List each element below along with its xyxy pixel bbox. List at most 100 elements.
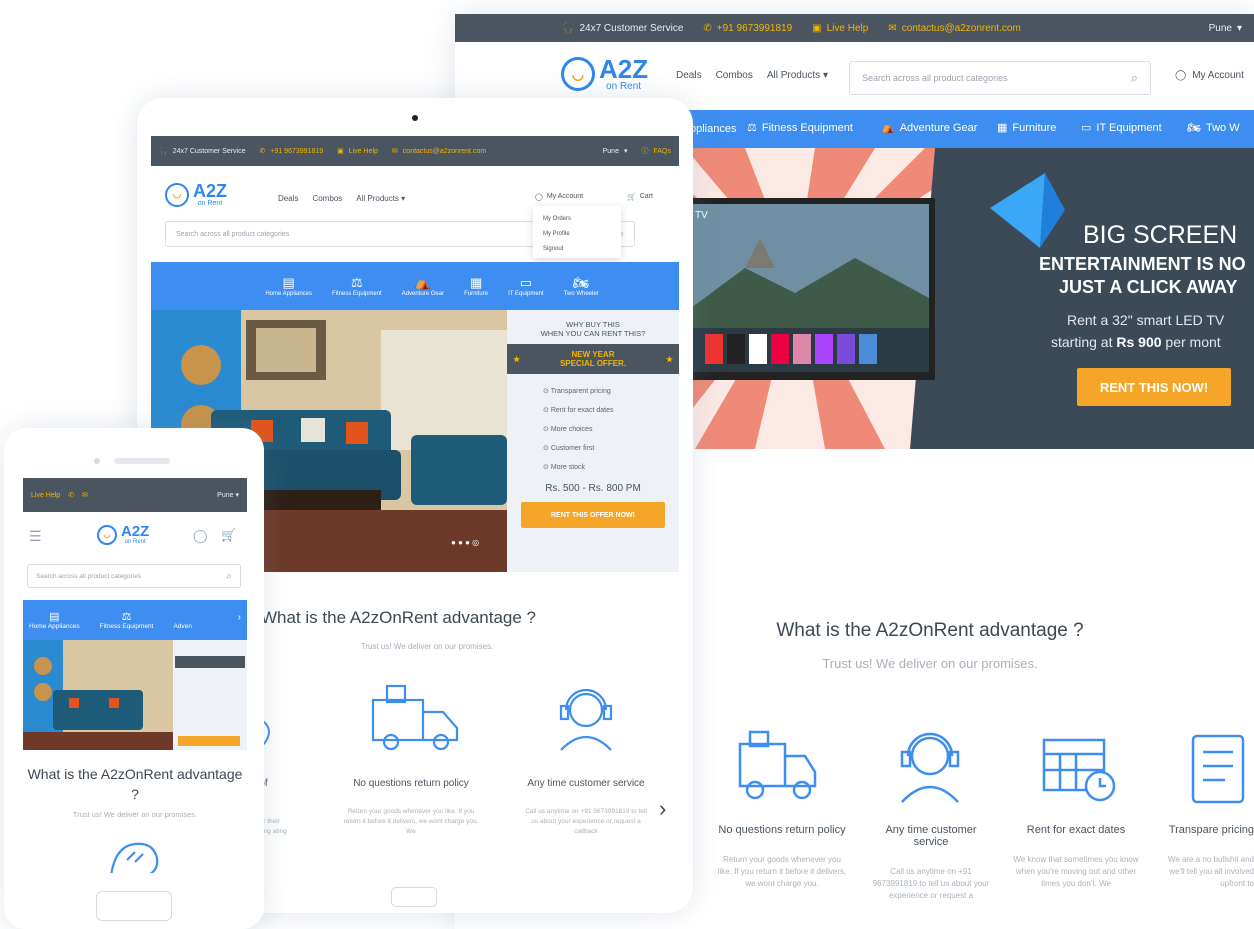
category-adventure[interactable]: ⛺ Adventure Gear	[402, 275, 444, 297]
tablet-cart[interactable]: 🛒 Cart	[627, 193, 653, 201]
category-fitness[interactable]: ⚖ Fitness Equipment	[100, 610, 154, 630]
headset-icon: 🎧	[562, 22, 575, 34]
menu-my-orders[interactable]: My Orders	[543, 212, 611, 227]
monitor-icon: ▭	[1081, 122, 1092, 134]
category-adventure[interactable]: Adven	[173, 611, 191, 630]
mail-icon[interactable]: ✉	[82, 491, 88, 499]
tablet-category-bar: ▤ Home Appliances ⚖ Fitness Equipment ⛺ Adv…	[151, 262, 679, 310]
live-help-link[interactable]: ▣ Live Help	[812, 23, 868, 34]
hero-line3: JUST A CLICK AWAY	[1059, 277, 1238, 297]
support-agent-icon	[551, 682, 621, 752]
phone-icon: ✆	[703, 22, 712, 34]
tablet-phone-link[interactable]: ✆ +91 9673991819	[259, 147, 323, 156]
city-selector[interactable]: Pune ▾	[1209, 23, 1242, 34]
search-icon[interactable]: ⌕	[1131, 70, 1138, 86]
tablet-topbar: 🎧 24x7 Customer Service ✆ +91 9673991819 ▣…	[151, 136, 679, 166]
nav-deals[interactable]: Deals	[278, 194, 298, 203]
tablet-logo[interactable]: ◡ A2Z on Rent	[165, 182, 227, 207]
phone-advantage-title: What is the A2zOnRent advantage ?	[27, 766, 243, 802]
category-appliances[interactable]: ppliances	[690, 123, 736, 135]
phone-city-selector[interactable]: Pune ▾	[217, 491, 239, 499]
phone-icon[interactable]: ✆	[68, 491, 74, 499]
dumbbell-icon: ⚖	[351, 275, 363, 290]
email-link[interactable]: ✉ contactus@a2zonrent.com	[888, 23, 1021, 34]
tablet-city-selector[interactable]: Pune ▾	[603, 147, 628, 156]
menu-my-profile[interactable]: My Profile	[543, 227, 611, 242]
scooter-icon: 🏍	[1187, 122, 1201, 134]
caret-down-icon: ▾	[1236, 22, 1242, 34]
category-furniture[interactable]: ▦ Furniture	[464, 275, 488, 297]
category-two-wheeler[interactable]: 🏍 Two W	[1187, 121, 1240, 135]
nav-combos[interactable]: Combos	[716, 70, 753, 81]
tablet-home-button[interactable]	[391, 887, 437, 907]
account-dropdown: My Orders My Profile Signout	[533, 206, 621, 258]
tablet-live-help[interactable]: ▣ Live Help	[337, 147, 378, 156]
cart-icon: 🛒	[627, 194, 636, 201]
tablet-nav: Deals Combos All Products ▾	[278, 194, 405, 203]
category-adventure[interactable]: ⛺ Adventure Gear	[881, 121, 977, 135]
nav-all-products[interactable]: All Products ▾	[767, 70, 828, 81]
category-furniture[interactable]: ▦ Furniture	[997, 121, 1056, 135]
adventure-icon: ⛺	[414, 275, 431, 290]
customer-service[interactable]: 🎧 24x7 Customer Service	[562, 23, 683, 34]
category-home-appliances[interactable]: ▤ Home Appliances	[29, 610, 80, 630]
benefit-list: ⊙ Transparent pricing ⊙ Rent for exact d…	[543, 388, 614, 471]
tablet-customer-service[interactable]: 🎧 24x7 Customer Service	[159, 147, 245, 156]
phone-home-button[interactable]	[96, 891, 172, 921]
phone-search-input[interactable]: Search across all product categories ⌕	[27, 564, 241, 588]
rent-offer-button[interactable]: RENT THIS OFFER NOW!	[521, 502, 665, 528]
user-icon: ◯	[535, 194, 543, 201]
advantage-subtitle: Trust us! We deliver on our promises.	[822, 656, 1038, 671]
logo[interactable]: ◡ A2Z on Rent	[561, 56, 648, 92]
tablet-email-link[interactable]: ✉ contactus@a2zonrent.com	[392, 147, 486, 156]
user-icon[interactable]: ◯	[193, 528, 208, 544]
tablet-faqs-link[interactable]: ⓘ FAQs	[641, 146, 671, 156]
logo-mark-icon: ◡	[97, 524, 117, 545]
category-it[interactable]: ▭ IT Equipment	[1081, 121, 1162, 135]
fridge-icon: ▤	[282, 275, 295, 290]
chat-icon: ▣	[812, 22, 822, 34]
phone-logo[interactable]: ◡ A2Z on Rent	[97, 524, 149, 545]
help-icon: ⓘ	[641, 148, 649, 155]
feature-return-policy: No questions return policy Return your g…	[717, 824, 847, 888]
phone-screen: Live Help ✆ ✉ Pune ▾ ☰ ◡ A2Z on Rent ◯ 🛒 …	[23, 478, 247, 873]
category-home-appliances[interactable]: ▤ Home Appliances	[265, 275, 312, 297]
adventure-icon: ⛺	[881, 122, 895, 134]
hamburger-menu-icon[interactable]: ☰	[29, 528, 42, 545]
dumbbell-icon: ⚖	[747, 122, 757, 134]
my-account-link[interactable]: ◯ My Account	[1175, 70, 1244, 81]
category-fitness[interactable]: ⚖ Fitness Equipment	[332, 275, 382, 297]
menu-signout[interactable]: Signout	[543, 242, 611, 257]
tv-screen-graphic	[691, 204, 929, 372]
search-icon: ⌕	[226, 570, 232, 582]
phone-icon: ✆	[259, 148, 266, 155]
logo-mark-icon: ◡	[165, 182, 189, 207]
truck-icon	[710, 724, 820, 804]
chevron-right-icon[interactable]: ›	[238, 612, 241, 623]
feature-customer-service: Any time customer service Call us anytim…	[872, 824, 990, 900]
fridge-icon: ▤	[49, 611, 60, 623]
main-nav: Deals Combos All Products ▾	[676, 70, 828, 81]
phone-live-help[interactable]: Live Help	[31, 492, 60, 499]
user-icon: ◯	[1175, 70, 1187, 81]
pricing-list-icon	[1185, 728, 1254, 808]
next-arrow-button[interactable]: ›	[659, 796, 666, 822]
nav-deals[interactable]: Deals	[676, 70, 702, 81]
headset-icon: 🎧	[159, 148, 168, 155]
cart-icon[interactable]: 🛒	[221, 528, 236, 542]
tablet-my-account[interactable]: ◯ My Account	[535, 193, 583, 201]
dumbbell-icon: ⚖	[121, 611, 132, 623]
nav-all-products[interactable]: All Products ▾	[356, 194, 405, 203]
star-icon: ★	[665, 354, 673, 364]
carousel-dots[interactable]: ● ● ● ◎	[451, 538, 479, 547]
tablet-feature-customer-service: Any time customer service Call us anytim…	[525, 778, 647, 835]
tablet-feature-return-policy: No questions return policy Return your g…	[343, 778, 479, 835]
category-it[interactable]: ▭ IT Equipment	[508, 275, 544, 297]
category-two-wheeler[interactable]: 🏍 Two Wheeler	[564, 275, 599, 297]
nav-combos[interactable]: Combos	[312, 194, 342, 203]
search-input[interactable]: Search across all product categories ⌕	[849, 61, 1151, 95]
phone-link[interactable]: ✆ +91 9673991819	[703, 23, 792, 34]
support-agent-icon	[890, 726, 970, 806]
category-fitness[interactable]: ⚖ Fitness Equipment	[747, 121, 853, 135]
rent-now-button[interactable]: RENT THIS NOW!	[1077, 368, 1231, 406]
